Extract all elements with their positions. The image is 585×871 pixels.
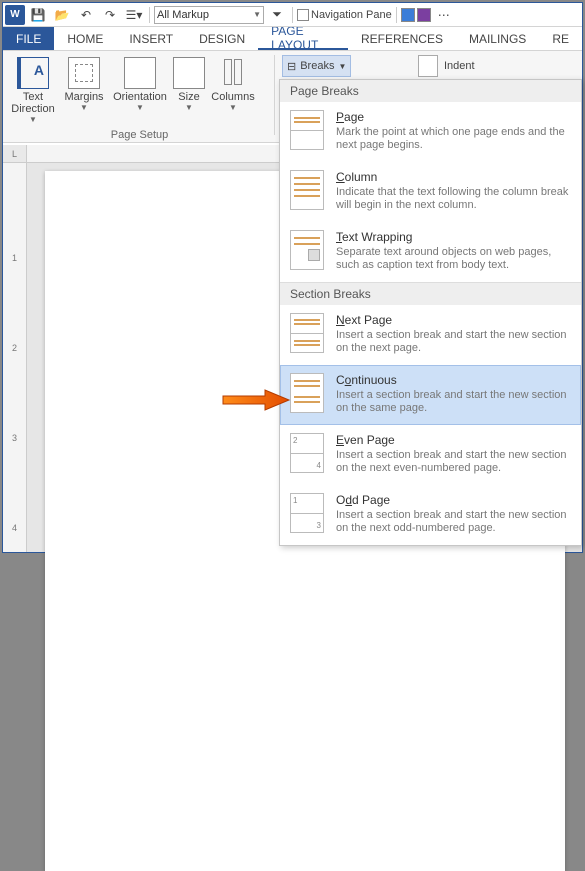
group-label: Page Setup <box>7 129 272 141</box>
size-icon <box>173 57 205 89</box>
redo-button[interactable]: ↷ <box>99 5 121 25</box>
tab-references[interactable]: REFERENCES <box>348 27 456 50</box>
breaks-menu: Page Breaks PageMark the point at which … <box>279 79 582 546</box>
navpane-checkbox[interactable] <box>297 9 309 21</box>
menu-item-continuous[interactable]: ContinuousInsert a section break and sta… <box>280 365 581 425</box>
qat-customize[interactable]: ☰▾ <box>123 5 145 25</box>
menu-item-next-page[interactable]: Next PageInsert a section break and star… <box>280 305 581 365</box>
menu-item-page[interactable]: PageMark the point at which one page end… <box>280 102 581 162</box>
page-break-icon <box>290 110 324 150</box>
ruler-corner: L <box>3 145 27 163</box>
menu-item-odd-page[interactable]: 13 Odd PageInsert a section break and st… <box>280 485 581 545</box>
menu-header-section-breaks: Section Breaks <box>280 282 581 305</box>
undo-button[interactable]: ↶ <box>75 5 97 25</box>
tab-design[interactable]: DESIGN <box>186 27 258 50</box>
separator <box>149 7 150 23</box>
ribbon: Text Direction▼ Margins▼ Orientation▼ Si… <box>3 51 582 143</box>
indent-label: Indent <box>444 60 475 72</box>
orientation-button[interactable]: Orientation▼ <box>109 53 171 123</box>
ribbon-tabs: FILE HOME INSERT DESIGN PAGE LAYOUT REFE… <box>3 27 582 51</box>
columns-button[interactable]: Columns▼ <box>207 53 259 123</box>
text-wrapping-icon <box>290 230 324 270</box>
color-swatch-blue[interactable] <box>401 8 415 22</box>
separator <box>292 7 293 23</box>
chevron-down-icon: ▼ <box>253 10 261 19</box>
margins-icon <box>68 57 100 89</box>
separator <box>274 55 275 135</box>
text-direction-icon <box>17 57 49 89</box>
breaks-icon: ⊟ <box>287 60 296 73</box>
menu-item-text-wrapping[interactable]: Text WrappingSeparate text around object… <box>280 222 581 282</box>
menu-header-page-breaks: Page Breaks <box>280 80 581 102</box>
columns-icon <box>217 57 249 89</box>
breaks-button[interactable]: ⊟ Breaks ▼ <box>282 55 351 77</box>
indent-icon <box>418 55 438 77</box>
markup-combo[interactable]: All Markup▼ <box>154 6 264 24</box>
continuous-icon <box>290 373 324 413</box>
text-direction-button[interactable]: Text Direction▼ <box>7 53 59 123</box>
app-window: W 💾 📂 ↶ ↷ ☰▾ All Markup▼ ⏷ Navigation Pa… <box>2 2 583 553</box>
tab-insert[interactable]: INSERT <box>116 27 186 50</box>
indent-group: Indent <box>418 55 475 77</box>
even-page-icon: 24 <box>290 433 324 473</box>
next-page-icon <box>290 313 324 353</box>
app-icon: W <box>5 5 25 25</box>
save-button[interactable]: 💾 <box>27 5 49 25</box>
tab-file[interactable]: FILE <box>3 27 54 50</box>
margins-button[interactable]: Margins▼ <box>59 53 109 123</box>
separator <box>396 7 397 23</box>
qat-more[interactable]: ⋯ <box>433 5 455 25</box>
menu-item-column[interactable]: ColumnIndicate that the text following t… <box>280 162 581 222</box>
chevron-down-icon: ▼ <box>338 62 346 71</box>
size-button[interactable]: Size▼ <box>171 53 207 123</box>
group-page-setup: Text Direction▼ Margins▼ Orientation▼ Si… <box>7 53 272 141</box>
odd-page-icon: 13 <box>290 493 324 533</box>
qat-btn-a[interactable]: ⏷ <box>266 5 288 25</box>
open-button[interactable]: 📂 <box>51 5 73 25</box>
tab-mailings[interactable]: MAILINGS <box>456 27 539 50</box>
tab-page-layout[interactable]: PAGE LAYOUT <box>258 27 348 50</box>
column-break-icon <box>290 170 324 210</box>
menu-item-even-page[interactable]: 24 Even PageInsert a section break and s… <box>280 425 581 485</box>
navpane-label: Navigation Pane <box>311 9 392 21</box>
vertical-ruler[interactable]: 1 2 3 4 <box>3 163 27 552</box>
tab-review[interactable]: RE <box>539 27 582 50</box>
quick-access-toolbar: W 💾 📂 ↶ ↷ ☰▾ All Markup▼ ⏷ Navigation Pa… <box>3 3 582 27</box>
color-swatch-purple[interactable] <box>417 8 431 22</box>
tab-home[interactable]: HOME <box>54 27 116 50</box>
orientation-icon <box>124 57 156 89</box>
